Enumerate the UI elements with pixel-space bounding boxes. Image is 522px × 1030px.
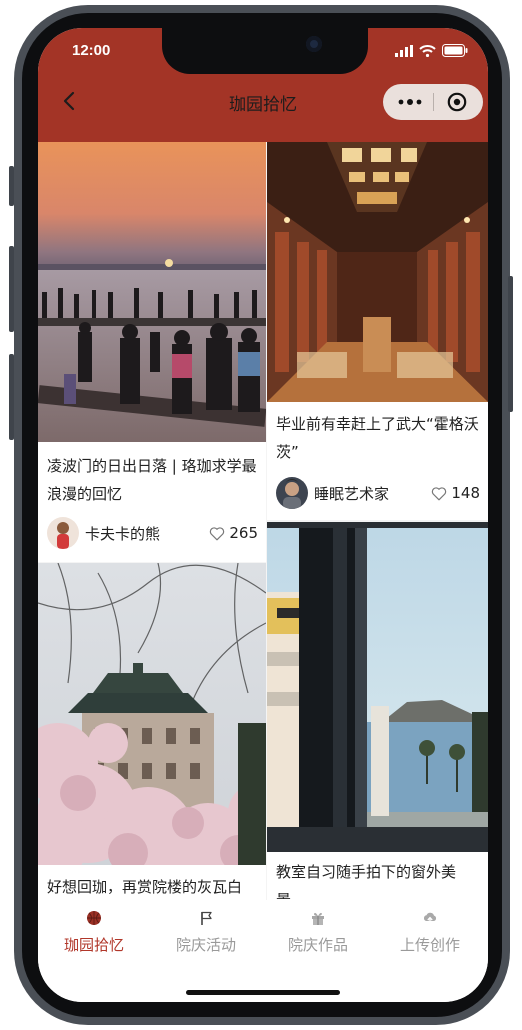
post-author-row: 卡夫卡的熊 265 bbox=[47, 516, 258, 550]
avatar[interactable] bbox=[47, 517, 79, 549]
author-name[interactable]: 睡眠艺术家 bbox=[314, 483, 431, 504]
more-button[interactable] bbox=[398, 94, 422, 110]
author-name[interactable]: 卡夫卡的熊 bbox=[85, 523, 209, 544]
heart-icon bbox=[210, 526, 225, 540]
bottom-tab-bar: 珈园拾忆 院庆活动 院庆作品 上传创作 bbox=[38, 900, 488, 964]
post-image bbox=[267, 522, 488, 852]
tab-campus-memories[interactable]: 珈园拾忆 bbox=[38, 900, 150, 964]
miniprogram-capsule bbox=[383, 84, 483, 120]
close-miniprogram-button[interactable] bbox=[447, 92, 467, 112]
power-button bbox=[508, 276, 513, 412]
volume-up-button bbox=[9, 246, 14, 332]
post-image bbox=[38, 142, 266, 442]
wifi-icon bbox=[419, 44, 436, 57]
home-indicator[interactable] bbox=[186, 990, 340, 995]
tab-label: 上传创作 bbox=[399, 936, 460, 954]
like-button[interactable]: 265 bbox=[209, 524, 258, 542]
post-card[interactable]: 毕业前有幸赶上了武大“霍格沃茨” 睡眠艺术家 148 bbox=[267, 142, 488, 520]
nav-header: 12:00 珈园拾忆 bbox=[38, 28, 488, 142]
home-indicator-area bbox=[38, 964, 488, 1002]
upload-cloud-icon bbox=[423, 912, 437, 924]
tab-anniversary-works[interactable]: 院庆作品 bbox=[262, 900, 374, 964]
status-time: 12:00 bbox=[72, 42, 111, 59]
more-dots-icon bbox=[398, 99, 422, 105]
post-title: 教室自习随手拍下的窗外美景， bbox=[276, 863, 457, 900]
post-title: 毕业前有幸赶上了武大“霍格沃茨” bbox=[276, 415, 479, 461]
tab-upload-creation[interactable]: 上传创作 bbox=[374, 900, 486, 964]
post-card[interactable]: 凌波门的日出日落 | 珞珈求学最浪漫的回忆 卡夫卡的熊 265 bbox=[38, 142, 266, 562]
post-card[interactable]: 好想回珈，再赏院楼的灰瓦白 bbox=[38, 563, 266, 900]
target-circle-icon bbox=[447, 92, 467, 112]
battery-icon bbox=[442, 44, 468, 57]
front-camera bbox=[306, 36, 322, 52]
post-image bbox=[267, 142, 488, 402]
signal-icon bbox=[395, 44, 413, 57]
volume-down-button bbox=[9, 354, 14, 440]
status-icons bbox=[395, 44, 468, 57]
avatar[interactable] bbox=[276, 477, 308, 509]
post-author-row: 睡眠艺术家 148 bbox=[276, 476, 480, 510]
capsule-divider bbox=[433, 93, 434, 111]
basketball-icon bbox=[87, 911, 101, 925]
notch bbox=[162, 28, 368, 74]
tab-label: 珈园拾忆 bbox=[63, 936, 124, 954]
tab-label: 院庆活动 bbox=[175, 936, 236, 954]
flag-icon bbox=[201, 911, 212, 925]
post-title: 好想回珈，再赏院楼的灰瓦白 bbox=[47, 878, 243, 896]
post-image bbox=[38, 563, 266, 865]
like-count: 265 bbox=[229, 524, 258, 542]
gift-icon bbox=[312, 912, 324, 925]
like-button[interactable]: 148 bbox=[431, 484, 480, 502]
waterfall-feed[interactable]: 凌波门的日出日落 | 珞珈求学最浪漫的回忆 卡夫卡的熊 265 毕业前有幸赶上了… bbox=[38, 142, 488, 900]
tab-label: 院庆作品 bbox=[287, 936, 348, 954]
tab-anniversary-events[interactable]: 院庆活动 bbox=[150, 900, 262, 964]
like-count: 148 bbox=[451, 484, 480, 502]
heart-icon bbox=[432, 486, 447, 500]
post-card[interactable]: 教室自习随手拍下的窗外美景， bbox=[267, 522, 488, 900]
mute-switch bbox=[9, 166, 14, 206]
post-title: 凌波门的日出日落 | 珞珈求学最浪漫的回忆 bbox=[47, 457, 257, 503]
app-screen: 12:00 珈园拾忆 凌波门的日出日落 | 珞珈求学最浪漫的回忆 卡夫卡的熊 2… bbox=[38, 28, 488, 1002]
